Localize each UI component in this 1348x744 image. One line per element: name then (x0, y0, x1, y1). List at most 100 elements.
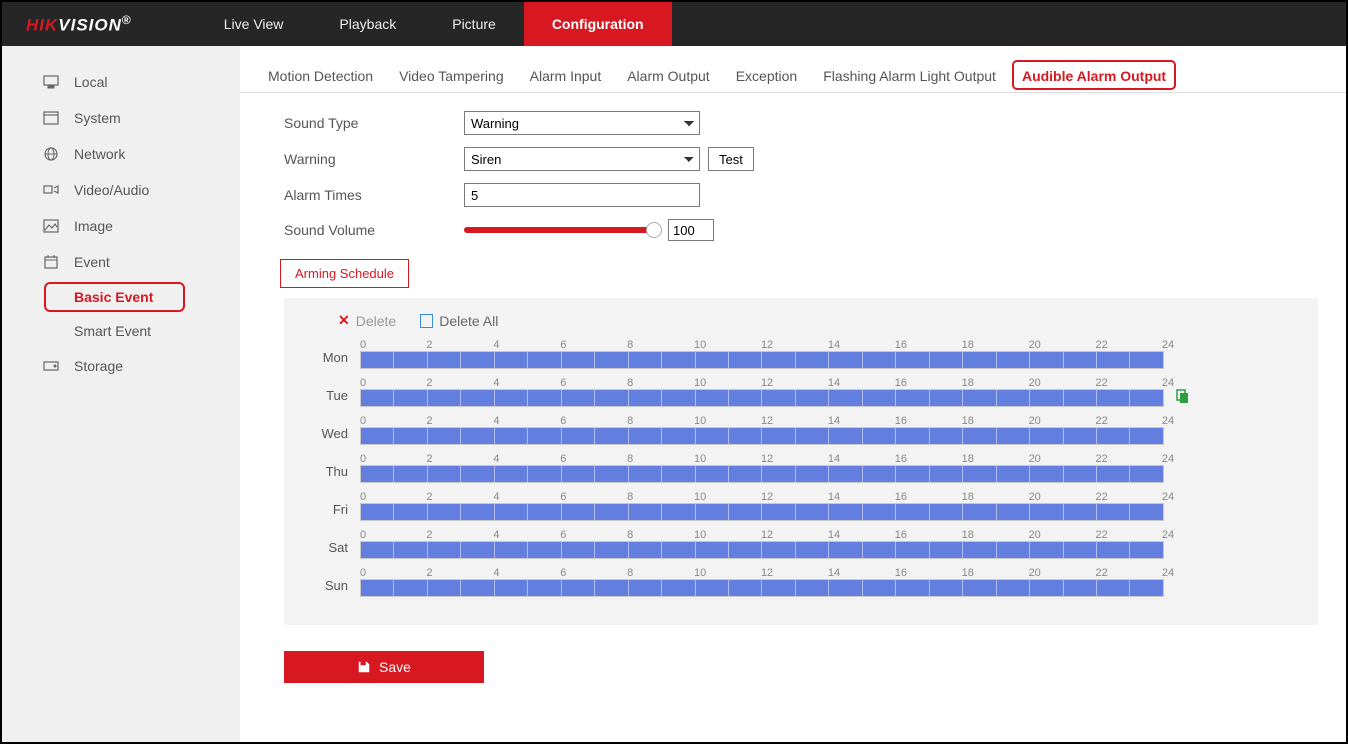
sidebar-item-image[interactable]: Image (2, 208, 240, 244)
arming-schedule-tab[interactable]: Arming Schedule (280, 259, 409, 288)
day-label: Fri (304, 502, 360, 521)
sidebar-item-storage[interactable]: Storage (2, 348, 240, 384)
day-label: Wed (304, 426, 360, 445)
alarm-times-label: Alarm Times (284, 187, 464, 203)
warning-select[interactable]: Siren (464, 147, 700, 171)
schedule-bar[interactable] (360, 465, 1164, 483)
day-track[interactable]: 024681012141618202224 (360, 491, 1164, 521)
schedule-bar[interactable] (360, 579, 1164, 597)
alarm-times-input[interactable] (464, 183, 700, 207)
event-tabs: Motion Detection Video Tampering Alarm I… (240, 46, 1346, 93)
sidebar-item-event[interactable]: Event (2, 244, 240, 280)
trash-icon (420, 314, 433, 328)
globe-icon (42, 145, 60, 163)
main-nav: Live View Playback Picture Configuration (196, 2, 672, 46)
day-label: Mon (304, 350, 360, 369)
brand-logo: HIKVISION® (2, 13, 156, 36)
schedule-row-sat: Sat024681012141618202224 (304, 529, 1298, 559)
sidebar-label: Local (74, 74, 107, 90)
volume-value-input[interactable] (668, 219, 714, 241)
hour-ruler: 024681012141618202224 (360, 491, 1164, 503)
delete-all-button[interactable]: Delete All (420, 313, 498, 329)
volume-slider[interactable] (464, 219, 714, 241)
schedule-bar[interactable] (360, 351, 1164, 369)
day-label: Sun (304, 578, 360, 597)
sidebar-item-network[interactable]: Network (2, 136, 240, 172)
day-track[interactable]: 024681012141618202224 (360, 377, 1164, 407)
sidebar-item-video-audio[interactable]: Video/Audio (2, 172, 240, 208)
logo-part2: VISION (58, 15, 122, 34)
schedule-row-sun: Sun024681012141618202224 (304, 567, 1298, 597)
schedule-panel: ✕ Delete Delete All Mon02468101214161820… (284, 298, 1318, 625)
hour-ruler: 024681012141618202224 (360, 567, 1164, 579)
tab-alarm-input[interactable]: Alarm Input (530, 68, 602, 84)
tab-motion-detection[interactable]: Motion Detection (268, 68, 373, 84)
nav-live-view[interactable]: Live View (196, 2, 312, 46)
schedule-row-wed: Wed024681012141618202224 (304, 415, 1298, 445)
hour-ruler: 024681012141618202224 (360, 339, 1164, 351)
sidebar-item-local[interactable]: Local (2, 64, 240, 100)
monitor-icon (42, 73, 60, 91)
sidebar-label: Video/Audio (74, 182, 149, 198)
tab-alarm-output[interactable]: Alarm Output (627, 68, 709, 84)
warning-label: Warning (284, 151, 464, 167)
tab-audible-alarm[interactable]: Audible Alarm Output (1022, 68, 1166, 84)
calendar-icon (42, 253, 60, 271)
tab-flashing-alarm[interactable]: Flashing Alarm Light Output (823, 68, 996, 84)
day-label: Tue (304, 388, 360, 407)
day-track[interactable]: 024681012141618202224 (360, 529, 1164, 559)
disk-icon (42, 357, 60, 375)
sidebar-label: Image (74, 218, 113, 234)
schedule-row-fri: Fri024681012141618202224 (304, 491, 1298, 521)
day-label: Thu (304, 464, 360, 483)
window-icon (42, 109, 60, 127)
tab-label: Audible Alarm Output (1022, 68, 1166, 84)
nav-configuration[interactable]: Configuration (524, 2, 672, 46)
sidebar-item-basic-event[interactable]: Basic Event (2, 280, 240, 314)
sidebar-label: Event (74, 254, 110, 270)
day-track[interactable]: 024681012141618202224 (360, 453, 1164, 483)
schedule-bar[interactable] (360, 503, 1164, 521)
sidebar-item-smart-event[interactable]: Smart Event (2, 314, 240, 348)
day-label: Sat (304, 540, 360, 559)
hour-ruler: 024681012141618202224 (360, 529, 1164, 541)
test-button[interactable]: Test (708, 147, 754, 171)
hour-ruler: 024681012141618202224 (360, 453, 1164, 465)
sound-type-select[interactable]: Warning (464, 111, 700, 135)
day-track[interactable]: 024681012141618202224 (360, 339, 1164, 369)
sidebar: Local System Network Video/Audio Image E… (2, 46, 240, 742)
hour-ruler: 024681012141618202224 (360, 377, 1164, 389)
schedule-row-tue: Tue024681012141618202224 (304, 377, 1298, 407)
settings-form: Sound Type Warning Warning Siren Test Al… (240, 93, 1346, 288)
sidebar-label: Network (74, 146, 125, 162)
sidebar-label: Basic Event (74, 289, 153, 305)
hour-ruler: 024681012141618202224 (360, 415, 1164, 427)
schedule-bar[interactable] (360, 541, 1164, 559)
camera-audio-icon (42, 181, 60, 199)
save-label: Save (379, 659, 411, 675)
nav-playback[interactable]: Playback (311, 2, 424, 46)
sound-volume-label: Sound Volume (284, 222, 464, 238)
x-icon: ✕ (338, 312, 350, 329)
sidebar-item-system[interactable]: System (2, 100, 240, 136)
top-bar: HIKVISION® Live View Playback Picture Co… (2, 2, 1346, 46)
copy-icon[interactable] (1174, 389, 1190, 405)
sidebar-label: System (74, 110, 121, 126)
save-button[interactable]: Save (284, 651, 484, 683)
logo-reg: ® (122, 13, 132, 27)
content-area: Motion Detection Video Tampering Alarm I… (240, 46, 1346, 742)
slider-thumb[interactable] (646, 222, 662, 238)
slider-track[interactable] (464, 227, 654, 233)
sidebar-label: Smart Event (74, 323, 151, 339)
logo-part1: HIK (26, 15, 58, 34)
schedule-bar[interactable] (360, 427, 1164, 445)
schedule-row-mon: Mon024681012141618202224 (304, 339, 1298, 369)
day-track[interactable]: 024681012141618202224 (360, 415, 1164, 445)
tab-exception[interactable]: Exception (736, 68, 797, 84)
delete-button[interactable]: ✕ Delete (338, 312, 396, 329)
tab-video-tampering[interactable]: Video Tampering (399, 68, 504, 84)
delete-all-label: Delete All (439, 313, 498, 329)
nav-picture[interactable]: Picture (424, 2, 524, 46)
schedule-bar[interactable] (360, 389, 1164, 407)
day-track[interactable]: 024681012141618202224 (360, 567, 1164, 597)
